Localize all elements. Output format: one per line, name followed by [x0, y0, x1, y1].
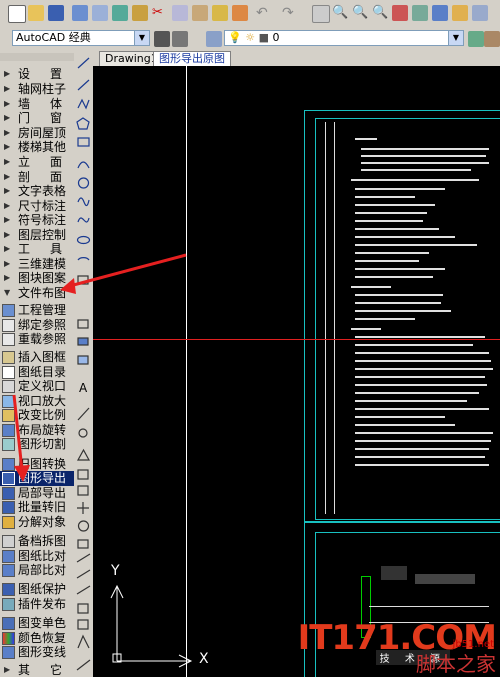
watermark-cn: 脚本之家 — [416, 652, 496, 676]
tutorial-arrows — [12, 253, 187, 482]
